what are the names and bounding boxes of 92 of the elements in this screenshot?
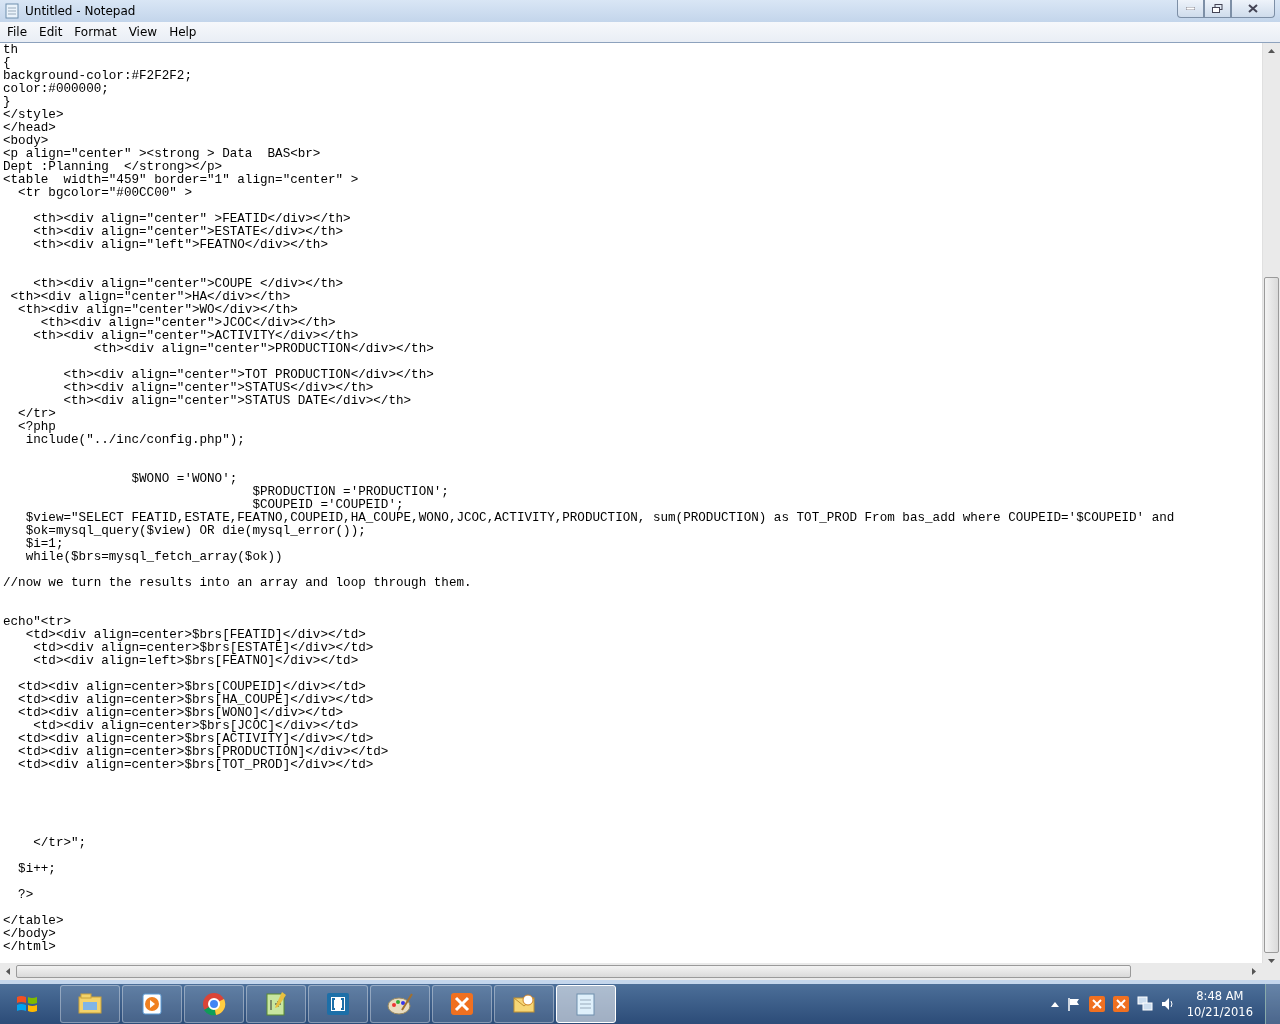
code-line: Dept :Planning </strong></p> xyxy=(3,160,223,174)
code-line: <td><div align=center>$brs[JCOC]</div></td> xyxy=(32,719,359,733)
scrollbar-thumb[interactable] xyxy=(16,965,1131,978)
code-line: <td><div align=center>$brs[PRODUCTION]</div></td> xyxy=(17,745,389,759)
menu-item[interactable]: View xyxy=(122,25,164,39)
show-hidden-icons-icon[interactable] xyxy=(1050,1001,1059,1007)
code-line: </tr>"; xyxy=(32,836,87,850)
code-line: <th><div align="left">FEATNO</div></th> xyxy=(32,238,328,252)
clock[interactable]: 8:48 AM 10/21/2016 xyxy=(1182,988,1257,1020)
taskbar-button[interactable] xyxy=(308,985,368,1023)
code-line: { xyxy=(3,56,11,70)
taskbar-button[interactable] xyxy=(370,985,430,1023)
code-line: <th><div align="center" >FEATID</div></th> xyxy=(32,212,351,226)
scroll-right-icon[interactable] xyxy=(1252,968,1256,975)
menu-item[interactable]: Format xyxy=(68,25,123,39)
server-icon[interactable] xyxy=(1112,996,1129,1012)
code-line: <td><div align=center>$brs[COUPEID]</div></td> xyxy=(17,680,366,694)
network-icon[interactable] xyxy=(1136,996,1153,1012)
code-line: <?php xyxy=(17,420,56,434)
vertical-scrollbar[interactable] xyxy=(1262,43,1280,963)
close-icon xyxy=(1248,4,1258,13)
browser-icon xyxy=(200,990,228,1018)
taskbar-button[interactable] xyxy=(556,985,616,1023)
code-line: <td><div align=center>$brs[WONO]</div></td> xyxy=(17,706,344,720)
code-line: <td><div align=left>$brs[FEATNO]</div></td> xyxy=(32,654,359,668)
code-line: <td><div align=center>$brs[TOT_PROD]</div></td> xyxy=(17,758,374,772)
menu-item[interactable]: Edit xyxy=(33,25,69,39)
code-line: <th><div align="center">STATUS</div></th> xyxy=(62,381,374,395)
code-line: <th><div align="center">JCOC</div></th> xyxy=(39,316,336,330)
code-line: include("../inc/config.php"); xyxy=(25,433,245,447)
code-line: <body> xyxy=(3,134,49,148)
code-line: $ok=mysql_query($view) OR die(mysql_error()); xyxy=(24,524,366,538)
code-line: <th><div align="center">STATUS DATE</div></th> xyxy=(62,394,412,408)
code-line: $WONO ='WONO'; xyxy=(130,472,238,486)
code-line: </style> xyxy=(3,108,64,122)
code-line: <table width="459" border="1" align="center" > xyxy=(3,173,359,187)
code-line: <th><div align="center">ACTIVITY</div></th> xyxy=(32,329,359,343)
code-line: <th><div align="center">ESTATE</div></th> xyxy=(32,225,344,239)
restore-button[interactable] xyxy=(1204,0,1231,18)
close-button[interactable] xyxy=(1231,0,1275,18)
taskbar-button[interactable] xyxy=(246,985,306,1023)
code-line: <th><div align="center">PRODUCTION</div></th> xyxy=(92,342,434,356)
notepad-icon xyxy=(5,3,19,19)
code-line: <td><div align=center>$brs[ESTATE]</div></td> xyxy=(32,641,374,655)
scroll-up-icon[interactable] xyxy=(1268,49,1275,53)
code-line: <td><div align=center>$brs[ACTIVITY]</div></td> xyxy=(17,732,374,746)
taskbar-button[interactable] xyxy=(60,985,120,1023)
code-line: <p align="center" ><strong > Data BAS<br> xyxy=(3,147,321,161)
code-line: <td><div align=center>$brs[FEATID]</div></td> xyxy=(24,628,366,642)
code-line: ?> xyxy=(17,888,34,902)
code-line: $PRODUCTION ='PRODUCTION'; xyxy=(251,485,449,499)
clock-time: 8:48 AM xyxy=(1196,988,1244,1004)
server-icon xyxy=(448,990,476,1018)
code-line: <th><div align="center">WO</div></th> xyxy=(17,303,298,317)
code-line: </table> xyxy=(3,914,64,928)
code-line: $i++; xyxy=(17,862,56,876)
code-line: $i=1; xyxy=(24,537,64,551)
clock-date: 10/21/2016 xyxy=(1186,1004,1253,1020)
code-line: $view="SELECT FEATID,ESTATE,FEATNO,COUPEID,HA_COUPE,WONO,JCOC,ACTIVITY,PRODUCTION, sum(PRODUCTION) as TOT_PROD From bas_add where COUPEID='$COUPEID' and xyxy=(24,511,1175,525)
code-line: background-color:#F2F2F2; xyxy=(3,69,192,83)
code-line: echo"<tr> xyxy=(3,615,72,629)
code-line: <td><div align=center>$brs[HA_COUPE]</div></td> xyxy=(17,693,374,707)
restore-icon xyxy=(1212,4,1223,13)
code-line: } xyxy=(3,95,11,109)
taskbar-button[interactable] xyxy=(494,985,554,1023)
minimize-icon xyxy=(1186,7,1195,10)
menu-item[interactable]: File xyxy=(1,25,34,39)
menu-item[interactable]: Help xyxy=(163,25,203,39)
taskbar-button[interactable] xyxy=(432,985,492,1023)
code-line: <th><div align="center">TOT PRODUCTION</div></th> xyxy=(62,368,434,382)
scroll-left-icon[interactable] xyxy=(6,968,10,975)
code-line: $COUPEID ='COUPEID'; xyxy=(251,498,404,512)
server-icon[interactable] xyxy=(1088,996,1105,1012)
taskbar-button[interactable] xyxy=(122,985,182,1023)
code-line: <th><div align="center">COUPE </div></th> xyxy=(32,277,344,291)
speaker-icon[interactable] xyxy=(1160,997,1175,1011)
code-line: th xyxy=(3,43,19,57)
code-line: </body> xyxy=(3,927,56,941)
windows-logo-icon xyxy=(16,993,38,1015)
code-line: <tr bgcolor="#00CC00" > xyxy=(17,186,192,200)
code-line: <th><div align="center">HA</div></th> xyxy=(9,290,291,304)
code-line: </tr> xyxy=(17,407,56,421)
code-line: while($brs=mysql_fetch_array($ok)) xyxy=(24,550,283,564)
flag-icon[interactable] xyxy=(1066,997,1081,1011)
code-line: </html> xyxy=(3,940,56,954)
bracket-icon xyxy=(324,990,352,1018)
code-line: </head> xyxy=(3,121,56,135)
taskbar-button[interactable] xyxy=(184,985,244,1023)
code-line: color:#000000; xyxy=(3,82,109,96)
scrollbar-thumb[interactable] xyxy=(1264,277,1279,953)
window-title: Untitled - Notepad xyxy=(25,4,137,18)
code-line: //now we turn the results into an array and loop through them. xyxy=(3,576,472,590)
